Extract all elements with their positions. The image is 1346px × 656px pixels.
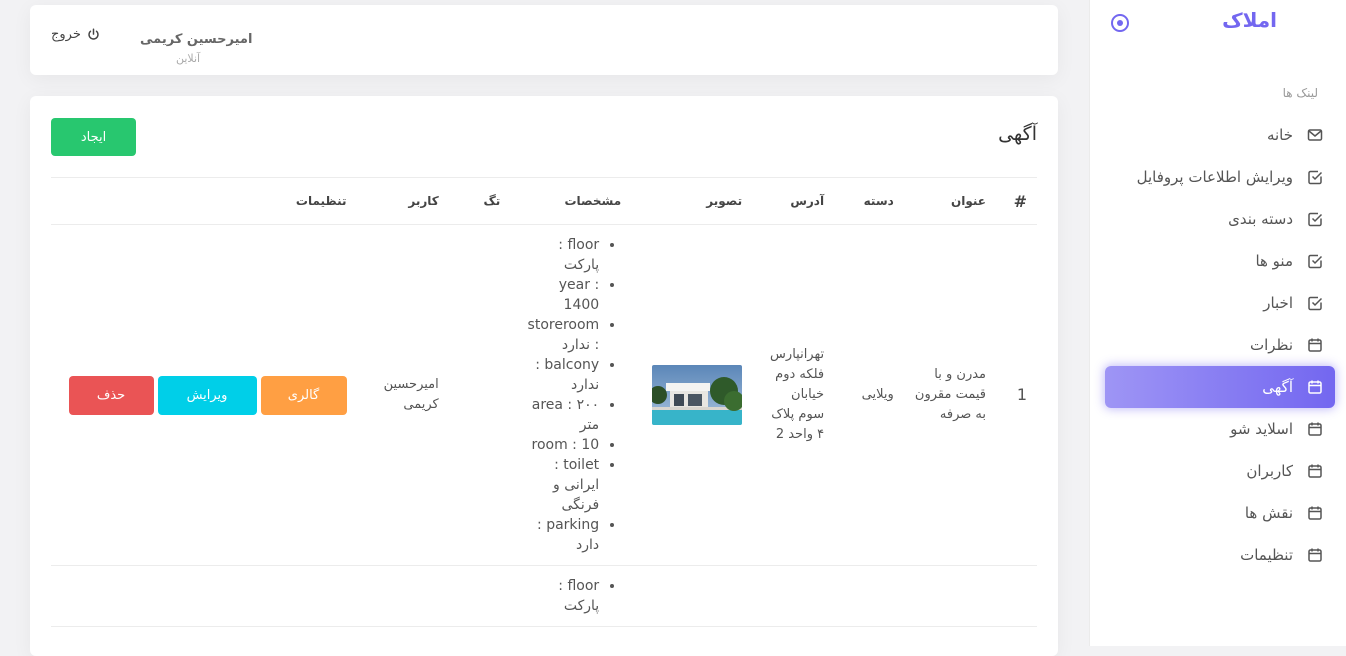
sidebar-item-ads[interactable]: آگهی xyxy=(1105,366,1335,408)
sidebar-item-settings[interactable]: تنظیمات xyxy=(1105,534,1335,576)
row-user: امیرحسین کریمی xyxy=(356,224,449,566)
calendar-icon xyxy=(1307,505,1323,521)
sidebar-item-label: کاربران xyxy=(1246,462,1293,480)
check-square-icon xyxy=(1307,169,1323,185)
spec-item: toilet : ایرانی و فرنگی xyxy=(520,455,599,515)
sidebar-item-label: تنظیمات xyxy=(1240,546,1293,564)
calendar-icon xyxy=(1307,337,1323,353)
header-user: کاربر xyxy=(356,177,449,225)
user-status: آنلاین xyxy=(176,52,201,65)
page-title: آگهی xyxy=(998,123,1037,145)
table-row: 1 مدرن و با قیمت مقرون به صرفه ویلایی ته… xyxy=(51,224,1037,566)
sidebar-item-news[interactable]: اخبار xyxy=(1105,282,1335,324)
sidebar-item-label: منو ها xyxy=(1255,252,1293,270)
header-specs: مشخصات xyxy=(510,177,632,225)
sidebar-item-label: اخبار xyxy=(1263,294,1293,312)
spec-item: year : 1400 xyxy=(520,275,599,315)
power-icon xyxy=(88,28,99,40)
row-actions: گالری ویرایش حذف xyxy=(61,375,347,415)
row-actions-cell: گالری ویرایش حذف xyxy=(51,224,357,566)
specs-list: floor : پارکت year : 1400 storeroom : ند… xyxy=(520,235,621,555)
create-button[interactable]: ایجاد xyxy=(51,118,136,156)
table-row: floor : پارکت xyxy=(51,565,1037,627)
header-number: # xyxy=(996,177,1037,225)
specs-list: floor : پارکت xyxy=(520,576,621,616)
row-category: ویلایی xyxy=(834,224,904,566)
sidebar-item-home[interactable]: خانه xyxy=(1105,114,1335,156)
sidebar-item-label: نقش ها xyxy=(1244,504,1293,522)
mail-icon xyxy=(1307,127,1323,143)
calendar-icon xyxy=(1307,379,1323,395)
spec-item: area : ۲۰۰ متر xyxy=(520,395,599,435)
row-specs-cell: floor : پارکت year : 1400 storeroom : ند… xyxy=(510,224,632,566)
sidebar: املاک لینک ها خانه ویرایش اطلاعات پروفای… xyxy=(1089,0,1346,646)
sidebar-item-comments[interactable]: نظرات xyxy=(1105,324,1335,366)
sidebar-item-label: اسلاید شو xyxy=(1230,420,1293,438)
property-thumbnail xyxy=(652,365,743,425)
gallery-button[interactable]: گالری xyxy=(260,375,347,415)
spec-item: floor : پارکت xyxy=(520,576,599,616)
sidebar-item-label: نظرات xyxy=(1249,336,1293,354)
check-square-icon xyxy=(1307,211,1323,227)
sidebar-item-categories[interactable]: دسته بندی xyxy=(1105,198,1335,240)
header-tag: تگ xyxy=(448,177,511,225)
sidebar-item-edit-profile[interactable]: ویرایش اطلاعات پروفایل xyxy=(1105,156,1335,198)
sidebar-item-roles[interactable]: نقش ها xyxy=(1105,492,1335,534)
calendar-icon xyxy=(1307,421,1323,437)
sidebar-section-title: لینک ها xyxy=(1282,86,1318,100)
delete-button[interactable]: حذف xyxy=(68,375,154,415)
check-square-icon xyxy=(1307,253,1323,269)
ads-table: # عنوان دسته آدرس تصویر مشخصات تگ کاربر … xyxy=(51,177,1037,627)
top-navbar: خروج امیرحسین کریمی آنلاین xyxy=(30,5,1058,75)
logout-button[interactable]: خروج xyxy=(51,27,100,42)
spec-item: storeroom : ندارد xyxy=(520,315,600,355)
row-address: تهرانپارس فلکه دوم خیابان سوم پلاک ۴ واح… xyxy=(752,224,835,566)
logout-label: خروج xyxy=(51,27,81,42)
sidebar-menu: خانه ویرایش اطلاعات پروفایل دسته بندی من… xyxy=(1090,114,1346,576)
header-title: عنوان xyxy=(903,177,997,225)
header-address: آدرس xyxy=(752,177,835,225)
header-image: تصویر xyxy=(631,177,753,225)
calendar-icon xyxy=(1307,547,1323,563)
header-settings: تنظیمات xyxy=(51,177,357,225)
calendar-icon xyxy=(1307,463,1323,479)
ads-card: آگهی ایجاد # عنوان دسته آدرس تصویر مشخصا… xyxy=(30,96,1058,656)
circle-toggle-icon[interactable] xyxy=(1111,14,1129,32)
row-tag xyxy=(448,224,511,566)
edit-button[interactable]: ویرایش xyxy=(157,375,257,415)
check-square-icon xyxy=(1307,295,1323,311)
row-number: 1 xyxy=(996,224,1037,566)
table-header-row: # عنوان دسته آدرس تصویر مشخصات تگ کاربر … xyxy=(51,177,1037,225)
sidebar-item-users[interactable]: کاربران xyxy=(1105,450,1335,492)
sidebar-item-slideshow[interactable]: اسلاید شو xyxy=(1105,408,1335,450)
spec-item: balcony : ندارد xyxy=(520,355,599,395)
brand-logo[interactable]: املاک xyxy=(1222,8,1277,32)
spec-item: floor : پارکت xyxy=(520,235,599,275)
spec-item: parking : دارد xyxy=(520,515,599,555)
row-image-cell xyxy=(631,224,753,566)
row-specs-cell: floor : پارکت xyxy=(510,565,632,627)
user-name[interactable]: امیرحسین کریمی xyxy=(140,32,252,47)
row-title: مدرن و با قیمت مقرون به صرفه xyxy=(903,224,997,566)
spec-item: room : 10 xyxy=(520,435,600,455)
sidebar-item-label: دسته بندی xyxy=(1228,210,1293,228)
sidebar-item-label: آگهی xyxy=(1262,378,1293,396)
header-category: دسته xyxy=(834,177,904,225)
sidebar-item-label: خانه xyxy=(1266,126,1293,144)
sidebar-item-menus[interactable]: منو ها xyxy=(1105,240,1335,282)
sidebar-item-label: ویرایش اطلاعات پروفایل xyxy=(1136,168,1293,186)
